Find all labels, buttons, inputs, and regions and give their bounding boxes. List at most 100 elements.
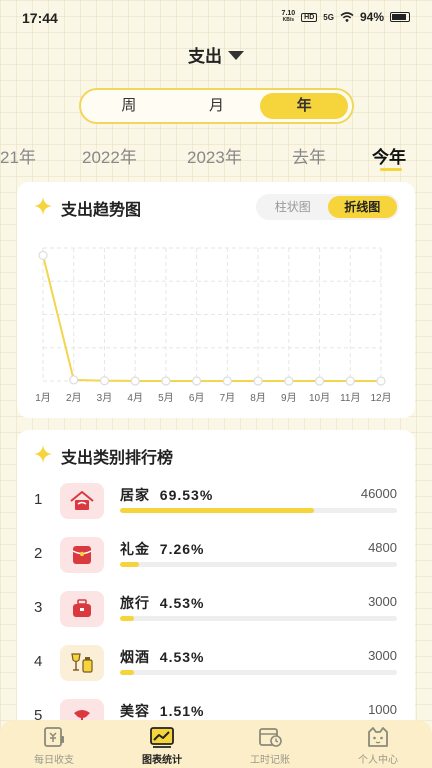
x-tick-label: 7月 — [220, 392, 236, 404]
category-percent: 4.53% — [159, 595, 205, 611]
data-point — [314, 376, 325, 386]
category-label: 旅行 4.53% — [120, 593, 204, 613]
period-year-tab[interactable]: 年 — [260, 93, 349, 119]
nav-daily-ledger[interactable]: 每日收支 — [0, 720, 108, 768]
period-month-tab[interactable]: 月 — [173, 93, 261, 119]
category-amount: 1000 — [368, 702, 397, 717]
data-point — [284, 376, 294, 386]
data-point — [192, 376, 202, 386]
wine-icon — [60, 645, 104, 681]
category-label: 美容 1.51% — [120, 701, 204, 721]
cat-profile-icon — [368, 727, 388, 747]
category-amount: 4800 — [368, 540, 397, 555]
nav-label: 个人中心 — [358, 755, 398, 766]
category-percent: 1.51% — [159, 703, 205, 719]
battery-percent: 94% — [359, 10, 384, 24]
x-tick-label: 4月 — [127, 392, 143, 404]
nav-profile[interactable]: 个人中心 — [324, 720, 432, 768]
category-progress-bar — [120, 616, 397, 621]
signal-label: 5G — [323, 12, 334, 22]
x-tick-label: 2月 — [66, 392, 82, 404]
rank-number: 4 — [34, 653, 43, 670]
nav-label: 图表统计 — [142, 755, 182, 766]
category-percent: 7.26% — [159, 541, 205, 557]
category-name: 礼金 — [120, 541, 150, 557]
data-point — [38, 250, 48, 261]
trend-card: 支出趋势图 柱状图 折线图 1月 2月 3月 4月 5月 6月 7月 8月 9月 10月 11月 12… — [17, 182, 415, 418]
category-label: 居家 69.53% — [120, 485, 213, 505]
category-progress-fill — [120, 562, 140, 567]
category-name: 旅行 — [120, 595, 150, 611]
category-progress-bar — [120, 562, 397, 567]
house-icon — [60, 483, 104, 519]
category-progress-bar — [120, 508, 397, 513]
x-tick-label: 3月 — [97, 392, 113, 404]
series-line — [42, 255, 381, 382]
year-tab-2021[interactable]: 21年 — [0, 143, 36, 168]
data-point — [222, 376, 232, 386]
wifi-icon — [340, 12, 354, 22]
year-tab-last-year[interactable]: 去年 — [292, 143, 326, 168]
period-segment: 周 月 年 — [79, 88, 354, 124]
rank-number: 1 — [34, 491, 43, 508]
category-name: 美容 — [120, 703, 150, 719]
ranking-row[interactable]: 3 旅行 4.53% 3000 — [17, 591, 415, 645]
x-tick-label: 6月 — [189, 392, 205, 404]
category-name: 居家 — [120, 487, 150, 503]
category-label: 烟酒 4.53% — [120, 647, 204, 667]
year-tabs: 21年 2022年 2023年 去年 今年 — [0, 143, 432, 173]
x-tick-label: 8月 — [250, 392, 266, 404]
status-indicators: 7.10 KB/s HD 5G 94% — [282, 10, 410, 24]
data-point — [253, 376, 263, 386]
trend-line-chart: 1月 2月 3月 4月 5月 6月 7月 8月 9月 10月 11月 12月 — [35, 247, 392, 404]
category-percent: 69.53% — [159, 487, 214, 503]
category-amount: 3000 — [368, 648, 397, 663]
rank-number: 3 — [34, 599, 43, 616]
suitcase-icon — [60, 591, 104, 627]
period-week-tab[interactable]: 周 — [85, 93, 173, 119]
x-tick-label: 9月 — [281, 392, 297, 404]
x-tick-label: 5月 — [158, 392, 174, 404]
network-speed: 7.10 KB/s — [282, 10, 296, 24]
category-percent: 4.53% — [159, 649, 205, 665]
nav-work-hours[interactable]: 工时记账 — [216, 720, 324, 768]
year-tab-this-year[interactable]: 今年 — [372, 143, 406, 168]
year-tab-2023[interactable]: 2023年 — [187, 143, 242, 168]
sparkle-icon — [34, 445, 52, 463]
x-tick-label: 11月 — [340, 392, 360, 404]
data-point — [69, 375, 79, 385]
network-speed-unit: KB/s — [282, 17, 295, 23]
network-speed-value: 7.10 — [281, 10, 296, 17]
nav-label: 每日收支 — [34, 755, 74, 766]
year-tab-indicator — [380, 168, 402, 171]
status-time: 17:44 — [22, 10, 58, 26]
data-point — [345, 376, 355, 386]
x-tick-label: 12月 — [370, 392, 391, 404]
category-progress-fill — [120, 670, 134, 675]
data-point — [99, 376, 110, 386]
ranking-row[interactable]: 2 礼金 7.26% 4800 — [17, 537, 415, 591]
data-point — [130, 376, 140, 386]
rank-number: 2 — [34, 545, 43, 562]
data-point — [376, 376, 386, 386]
ranking-title: 支出类别排行榜 — [61, 450, 174, 467]
category-label: 礼金 7.26% — [120, 539, 204, 559]
red-envelope-icon — [60, 537, 104, 573]
battery-icon — [390, 12, 410, 22]
expense-type-selector[interactable]: 支出 — [0, 42, 432, 67]
caret-down-icon — [228, 51, 244, 61]
category-amount: 3000 — [368, 594, 397, 609]
work-hours-icon — [259, 728, 282, 747]
nav-chart-stats[interactable]: 图表统计 — [108, 720, 216, 768]
ranking-row[interactable]: 1 居家 69.53% 46000 — [17, 483, 415, 537]
ranking-card: 支出类别排行榜 1 居家 69.53% 46000 2 礼金 7.26% 480… — [17, 430, 415, 735]
daily-ledger-icon — [44, 727, 64, 747]
chart-stats-icon — [150, 727, 174, 748]
year-tab-2022[interactable]: 2022年 — [82, 143, 137, 168]
category-progress-fill — [120, 616, 134, 621]
hd-badge: HD — [301, 12, 318, 22]
category-amount: 46000 — [360, 486, 397, 501]
category-progress-bar — [120, 670, 397, 675]
status-bar: 17:44 7.10 KB/s HD 5G 94% — [0, 0, 432, 36]
ranking-row[interactable]: 4 烟酒 4.53% 3000 — [17, 645, 415, 699]
